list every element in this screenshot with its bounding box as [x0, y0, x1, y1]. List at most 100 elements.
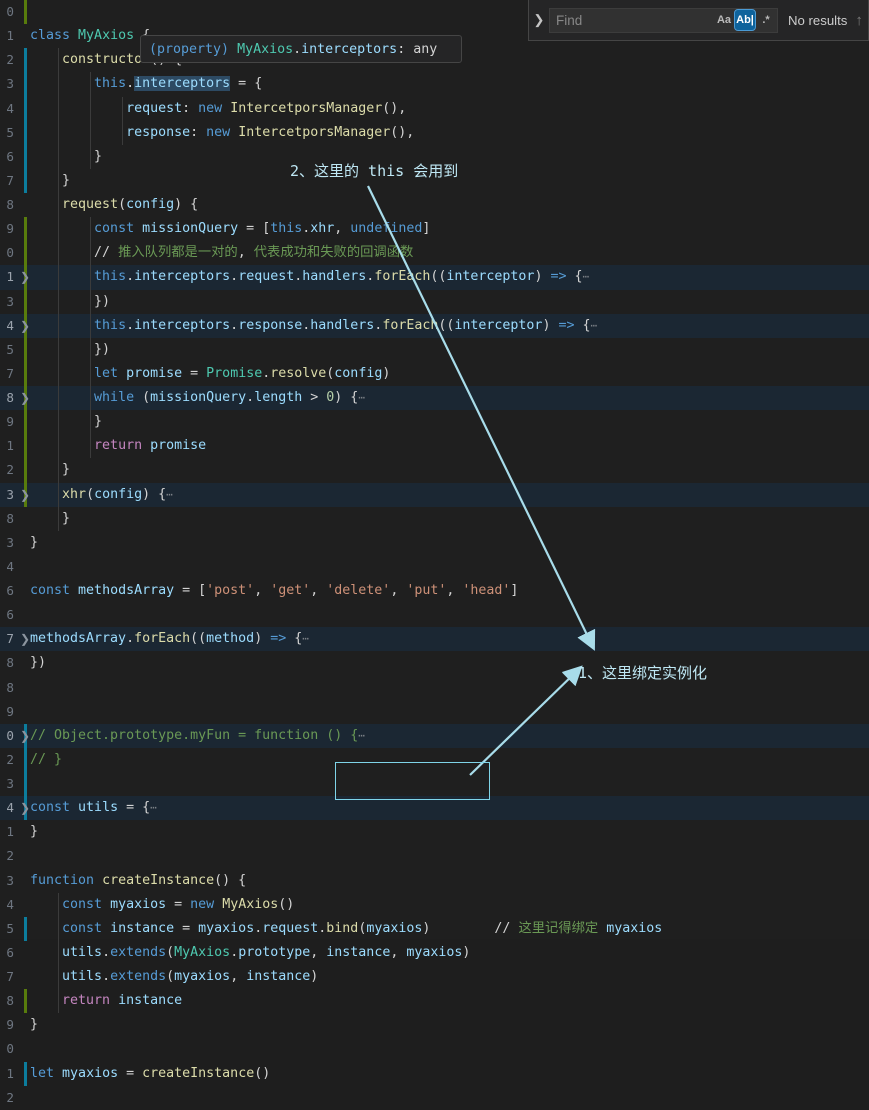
code-line[interactable]: 3} — [0, 531, 869, 555]
code-line[interactable]: 1} — [0, 820, 869, 844]
code-line[interactable]: 7 ❯ methodsArray.forEach((method) => {⋯ — [0, 627, 869, 652]
code-line[interactable]: 7 utils.extends(myaxios, instance) — [0, 965, 869, 990]
code-line[interactable]: 3 — [0, 772, 869, 797]
code-line[interactable]: 7 } — [0, 168, 869, 193]
code-text: } — [30, 1017, 39, 1033]
code-text: // 推入队列都是一对的, 代表成功和失败的回调函数 — [30, 245, 414, 261]
code-line[interactable]: 0 ❯// Object.prototype.myFun = function (… — [0, 723, 869, 748]
line-number: 3 — [6, 76, 14, 92]
line-number: 3 — [6, 776, 14, 791]
code-line[interactable]: 8 return instance — [0, 989, 869, 1014]
chevron-right-icon[interactable]: ❯ — [529, 0, 549, 41]
gutter-change-bar — [24, 144, 27, 169]
code-text: xhr(config) {⋯ — [62, 486, 173, 502]
regex-icon[interactable]: .* — [756, 10, 776, 30]
code-lines-container[interactable]: 01class MyAxios {2 constructor() {3 this… — [0, 0, 869, 1105]
line-number: 4 — [6, 896, 14, 912]
code-line[interactable]: 2 — [0, 844, 869, 868]
code-line[interactable]: 6 } — [0, 144, 869, 169]
code-line[interactable]: 4 request: new IntercetporsManager(), — [0, 96, 869, 121]
code-text: }) — [30, 293, 111, 309]
line-number: 8 — [6, 390, 14, 405]
code-text: request(config) { — [62, 197, 199, 212]
line-number: 0 — [6, 4, 14, 19]
code-line[interactable]: 8 ❯ while (missionQuery.length > 0) {⋯ — [0, 386, 869, 411]
arrow-up-icon[interactable]: ↑ — [855, 12, 863, 29]
code-line[interactable]: 4 const myaxios = new MyAxios() — [0, 892, 869, 917]
whole-word-icon[interactable]: Ab| — [734, 9, 756, 31]
line-number: 8 — [6, 993, 14, 1009]
code-line[interactable]: 8}) — [0, 651, 869, 675]
code-line[interactable]: 8 — [0, 676, 869, 700]
code-text: utils.extends(myaxios, instance) — [62, 969, 319, 984]
code-text: // Object.prototype.myFun = function () … — [30, 727, 365, 743]
line-number: 9 — [6, 1017, 14, 1033]
code-line[interactable]: 9 const missionQuery = [this.xhr, undefi… — [0, 217, 869, 242]
line-number: 5 — [6, 920, 14, 936]
code-text: } — [30, 414, 103, 430]
gutter-change-bar — [24, 434, 27, 459]
code-line[interactable]: 9 — [0, 700, 869, 724]
code-line[interactable]: 6 utils.extends(MyAxios.prototype, insta… — [0, 940, 869, 965]
find-widget[interactable]: ❯ Find Aa Ab| .* No results ↑ — [528, 0, 869, 41]
line-number: 6 — [6, 583, 14, 598]
code-line[interactable]: 2 // } — [0, 747, 869, 772]
code-line[interactable]: 3 ❯ xhr(config) {⋯ — [0, 482, 869, 507]
code-line[interactable]: 1 return promise — [0, 434, 869, 459]
code-line[interactable]: 3 this.interceptors = { — [0, 72, 869, 97]
gutter-change-bar — [24, 410, 27, 435]
code-line[interactable]: 3 function createInstance() { — [0, 869, 869, 893]
tooltip-suffix: : any — [397, 41, 438, 57]
gutter-change-bar — [24, 96, 27, 121]
code-text: this.interceptors = { — [94, 76, 263, 92]
code-editor[interactable]: 01class MyAxios {2 constructor() {3 this… — [0, 0, 869, 1105]
code-text: } — [30, 148, 103, 164]
code-line[interactable]: 9} — [0, 1013, 869, 1037]
code-line[interactable]: 7 let promise = Promise.resolve(config) — [0, 361, 869, 386]
code-line[interactable]: 5 response: new IntercetporsManager(), — [0, 120, 869, 145]
code-line[interactable]: 0 — [0, 1037, 869, 1061]
code-line[interactable]: 8 } — [0, 506, 869, 531]
find-input[interactable]: Find — [550, 13, 714, 28]
code-text: methodsArray.forEach((method) => {⋯ — [30, 631, 309, 647]
code-text: while (missionQuery.length > 0) {⋯ — [94, 390, 365, 405]
line-number: 0 — [6, 245, 14, 261]
code-text: response: new IntercetporsManager(), — [126, 124, 415, 140]
line-number: 3 — [6, 534, 14, 550]
line-number: 8 — [6, 679, 14, 695]
code-line[interactable]: 4 ❯ this.interceptors.response.handlers.f… — [0, 313, 869, 338]
code-line[interactable]: 4 — [0, 555, 869, 579]
gutter-change-bar — [24, 458, 27, 483]
code-text: function createInstance() { — [30, 872, 247, 888]
code-line[interactable]: 3 }) — [0, 289, 869, 314]
code-line[interactable]: 0 // 推入队列都是一对的, 代表成功和失败的回调函数 — [0, 241, 869, 266]
find-results-label: No results — [788, 12, 848, 28]
hover-tooltip: (property) MyAxios. interceptors: any — [140, 35, 462, 63]
code-text: return instance — [62, 993, 183, 1009]
code-text: return promise — [94, 438, 207, 454]
code-text: class MyAxios { — [30, 28, 150, 44]
code-line[interactable]: 6 — [0, 603, 869, 627]
code-line[interactable]: 2 } — [0, 458, 869, 483]
code-line[interactable]: 6 const methodsArray = ['post', 'get', 'd… — [0, 579, 869, 603]
find-input-box[interactable]: Find Aa Ab| .* — [549, 7, 778, 33]
code-text: const methodsArray = ['post', 'get', 'de… — [30, 583, 519, 598]
code-text: const myaxios = new MyAxios() — [62, 896, 295, 912]
gutter-change-bar — [24, 72, 27, 97]
code-line[interactable]: 5 }) — [0, 337, 869, 362]
line-number: 6 — [6, 944, 14, 960]
code-text: }) — [30, 341, 111, 357]
code-line[interactable]: 2 — [0, 1086, 869, 1110]
code-line[interactable]: 4 ❯ const utils = {⋯ — [0, 796, 869, 821]
code-line[interactable]: 5 const instance = myaxios.request.bind(… — [0, 916, 869, 941]
tooltip-owner: MyAxios — [237, 41, 294, 57]
code-line[interactable]: 1 ❯ this.interceptors.request.handlers.fo… — [0, 265, 869, 290]
line-number: 4 — [6, 317, 14, 333]
match-case-icon[interactable]: Aa — [714, 10, 734, 30]
gutter-change-bar — [24, 772, 27, 797]
gutter-change-bar — [24, 1061, 27, 1086]
code-line[interactable]: 8 request(config) { — [0, 193, 869, 218]
code-line[interactable]: 1 let myaxios = createInstance() — [0, 1061, 869, 1086]
tooltip-member: interceptors — [301, 41, 398, 57]
code-line[interactable]: 9 } — [0, 410, 869, 435]
